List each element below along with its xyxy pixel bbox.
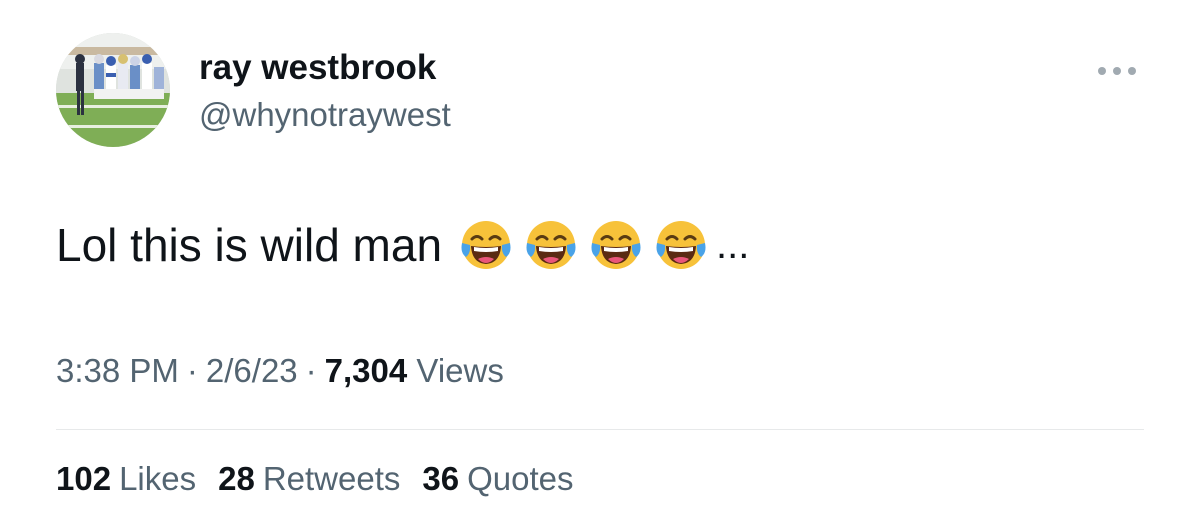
quotes-stat[interactable]: 36 Quotes bbox=[422, 460, 573, 498]
views-count: 7,304 bbox=[324, 352, 408, 389]
meta-separator: · bbox=[305, 352, 317, 389]
author-display-name[interactable]: ray westbrook bbox=[199, 48, 436, 88]
views-label: Views bbox=[416, 352, 504, 389]
retweets-label: Retweets bbox=[262, 460, 401, 497]
face-with-tears-of-joy-icon bbox=[588, 217, 644, 273]
more-horizontal-icon bbox=[1098, 67, 1136, 75]
retweets-stat[interactable]: 28 Retweets bbox=[218, 460, 400, 498]
tweet-meta: 3:38 PM · 2/6/23 · 7,304 Views bbox=[56, 352, 504, 390]
tweet-time[interactable]: 3:38 PM bbox=[56, 352, 179, 389]
divider bbox=[56, 429, 1144, 430]
tweet-body: Lol this is wild man bbox=[56, 219, 443, 271]
tweet-text: Lol this is wild man ... bbox=[56, 214, 749, 276]
tweet-card: ray westbrook @whynotraywest Lol this is… bbox=[0, 0, 1200, 531]
author-handle[interactable]: @whynotraywest bbox=[199, 96, 451, 134]
football-team-photo-icon bbox=[56, 33, 170, 147]
meta-separator: · bbox=[186, 352, 198, 389]
tweet-stats: 102 Likes 28 Retweets 36 Quotes bbox=[56, 460, 596, 498]
likes-stat[interactable]: 102 Likes bbox=[56, 460, 196, 498]
more-options-button[interactable] bbox=[1092, 58, 1142, 84]
quotes-label: Quotes bbox=[467, 460, 574, 497]
likes-label: Likes bbox=[119, 460, 197, 497]
likes-count: 102 bbox=[56, 460, 112, 497]
face-with-tears-of-joy-icon bbox=[523, 217, 579, 273]
tweet-date[interactable]: 2/6/23 bbox=[206, 352, 298, 389]
retweets-count: 28 bbox=[218, 460, 255, 497]
emoji-row bbox=[458, 217, 718, 273]
avatar[interactable] bbox=[56, 33, 170, 147]
quotes-count: 36 bbox=[422, 460, 460, 497]
face-with-tears-of-joy-icon bbox=[653, 217, 709, 273]
face-with-tears-of-joy-icon bbox=[458, 217, 514, 273]
truncation-ellipsis: ... bbox=[716, 223, 750, 267]
